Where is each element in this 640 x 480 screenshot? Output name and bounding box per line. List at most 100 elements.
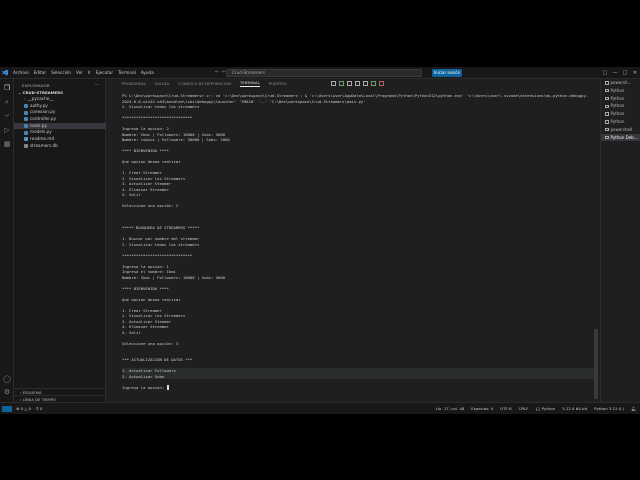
terminal-instance-item[interactable]: powersh...: [601, 79, 640, 87]
terminal-output[interactable]: PS C:\Dev\workspace\Crud-Streamers> c:; …: [122, 93, 596, 398]
timeline-section[interactable]: › LÍNEA DE TIEMPO: [14, 395, 106, 402]
tab-ports[interactable]: PUERTOS: [269, 82, 287, 86]
status-language[interactable]: {} Python: [535, 406, 555, 411]
signin-button[interactable]: Iniciar sesión: [432, 69, 462, 77]
continue-icon[interactable]: [339, 81, 344, 86]
menu-terminal[interactable]: Terminal: [118, 70, 136, 75]
status-cursor-position[interactable]: Lín. 17, col. 48: [436, 406, 465, 411]
terminal-instance-item[interactable]: Python Deb...: [601, 133, 640, 142]
menu-ir[interactable]: Ir: [88, 70, 91, 75]
tree-item-label: controller.py: [30, 116, 57, 122]
tab-output[interactable]: SALIDA: [155, 82, 169, 86]
tree-item-pycache[interactable]: › __pycache__: [14, 96, 106, 103]
menu-editar[interactable]: Editar: [34, 70, 46, 75]
command-center-search[interactable]: Crud-Streamers: [226, 69, 422, 77]
terminal-instance-label: Python: [610, 95, 625, 101]
tab-terminal[interactable]: TERMINAL: [239, 81, 260, 87]
python-file-icon: [24, 130, 28, 135]
terminal-instance-item[interactable]: Python: [601, 95, 640, 103]
tree-item-streamers-db[interactable]: streamers.db: [14, 143, 106, 150]
terminal-icon: [605, 88, 609, 93]
layout-icon[interactable]: ▢: [600, 67, 610, 79]
bell-icon[interactable]: 🔔︎: [631, 406, 636, 411]
drag-handle-icon[interactable]: [331, 81, 336, 86]
python-file-icon: [24, 104, 28, 109]
tree-item-label: conexion.py: [30, 109, 56, 115]
maximize-icon[interactable]: □: [620, 67, 630, 79]
step-over-icon[interactable]: [347, 81, 352, 86]
status-eol[interactable]: CRLF: [519, 406, 529, 411]
menu-ejecutar[interactable]: Ejecutar: [96, 70, 113, 75]
workspace-folder[interactable]: ⌄ CRUD-STREAMERS: [18, 90, 63, 95]
nav-arrows-icon[interactable]: ← →: [215, 69, 225, 75]
vscode-logo-icon: [0, 67, 10, 79]
terminal-list: powersh... Python Python Python Python Python…: [600, 79, 640, 402]
more-actions-icon[interactable]: ···: [94, 82, 99, 88]
terminal-cursor: [166, 385, 170, 390]
run-debug-icon[interactable]: ▷: [3, 126, 11, 134]
menu-seleccion[interactable]: Selección: [51, 70, 71, 75]
account-icon[interactable]: ◯: [3, 375, 11, 383]
terminal-instance-label: Python: [610, 111, 625, 117]
terminal-instance-item[interactable]: Python: [601, 102, 640, 110]
tree-item-controller[interactable]: controller.py: [14, 116, 106, 123]
terminal-instance-item[interactable]: Python: [601, 118, 640, 126]
outline-section[interactable]: › ESQUEMA: [14, 388, 106, 395]
explorer-header: EXPLORADOR: [22, 83, 50, 88]
explorer-sidebar: EXPLORADOR ··· ⌄ CRUD-STREAMERS › __pycac…: [14, 79, 106, 402]
terminal-icon: [605, 127, 609, 132]
status-ports[interactable]: ⚲ 0: [36, 406, 43, 412]
menu-bar: Archivo Editar Selección Ver Ir Ejecutar…: [13, 70, 159, 75]
terminal-instance-label: Python: [610, 103, 625, 109]
python-file-icon: [24, 110, 28, 115]
restart-icon[interactable]: [371, 81, 376, 86]
bottom-panel: PROBLEMAS SALIDA CONSOLA DE DEPURACIÓN T…: [106, 79, 600, 402]
tree-item-models[interactable]: models.py: [14, 129, 106, 136]
remote-indicator-icon[interactable]: [2, 406, 12, 412]
status-bar: ⊗ 0 △ 0 ⚲ 0 Lín. 17, col. 48 Espacios: 4…: [0, 402, 640, 414]
close-icon[interactable]: ✕: [630, 67, 640, 79]
terminal-instance-item[interactable]: Python: [601, 87, 640, 95]
terminal-scrollbar[interactable]: [594, 329, 598, 399]
python-file-icon: [24, 124, 28, 129]
title-bar: Archivo Editar Selección Ver Ir Ejecutar…: [0, 67, 640, 79]
terminal-instance-item[interactable]: Python: [601, 110, 640, 118]
settings-gear-icon[interactable]: ⚙: [3, 388, 11, 396]
status-python-version[interactable]: 3.12.4 64-bit: [562, 406, 587, 411]
chevron-right-icon: ›: [24, 96, 26, 101]
tree-item-label: authy.py: [30, 102, 48, 108]
tree-item-readme[interactable]: readme.md: [14, 136, 106, 143]
terminal-instance-label: Python: [610, 118, 625, 124]
status-indentation[interactable]: Espacios: 4: [471, 406, 493, 411]
stop-icon[interactable]: [379, 81, 384, 86]
status-interpreter[interactable]: Python 3.12.4 (: [594, 406, 624, 411]
explorer-icon[interactable]: ❐: [3, 84, 11, 92]
terminal-icon: [605, 112, 609, 116]
menu-ayuda[interactable]: Ayuda: [141, 70, 154, 75]
terminal-icon: [605, 120, 609, 124]
step-into-icon[interactable]: [355, 81, 360, 86]
tree-item-label: main.py: [30, 122, 47, 128]
tree-item-label: streamers.db: [30, 142, 58, 148]
command-center-label: Crud-Streamers: [232, 70, 266, 75]
tab-problems[interactable]: PROBLEMAS: [122, 82, 146, 86]
minimize-icon[interactable]: —: [610, 67, 620, 79]
step-out-icon[interactable]: [363, 81, 368, 86]
status-problems[interactable]: ⊗ 0 △ 0: [16, 406, 31, 412]
markdown-file-icon: [24, 137, 28, 142]
terminal-line: PS C:\Dev\workspace\Crud-Streamers> c:; …: [122, 93, 589, 98]
status-encoding[interactable]: UTF-8: [500, 406, 511, 411]
extensions-icon[interactable]: ▦: [3, 140, 11, 148]
source-control-icon[interactable]: ⑂: [3, 112, 11, 120]
terminal-instance-item[interactable]: powershell: [601, 126, 640, 134]
activity-bar: ❐ ⌕ ⑂ ▷ ▦ ◯ ⚙: [0, 79, 14, 402]
tree-item-main[interactable]: main.py: [14, 122, 106, 130]
menu-archivo[interactable]: Archivo: [13, 70, 29, 75]
tree-item-conexion[interactable]: conexion.py: [14, 109, 106, 116]
tree-item-authy[interactable]: authy.py: [14, 103, 106, 110]
menu-ver[interactable]: Ver: [76, 70, 83, 75]
terminal-line: Ingresa la opcion:: [122, 385, 596, 391]
debug-toolbar: [331, 81, 387, 86]
tab-debug-console[interactable]: CONSOLA DE DEPURACIÓN: [178, 82, 231, 86]
search-icon[interactable]: ⌕: [3, 98, 11, 106]
